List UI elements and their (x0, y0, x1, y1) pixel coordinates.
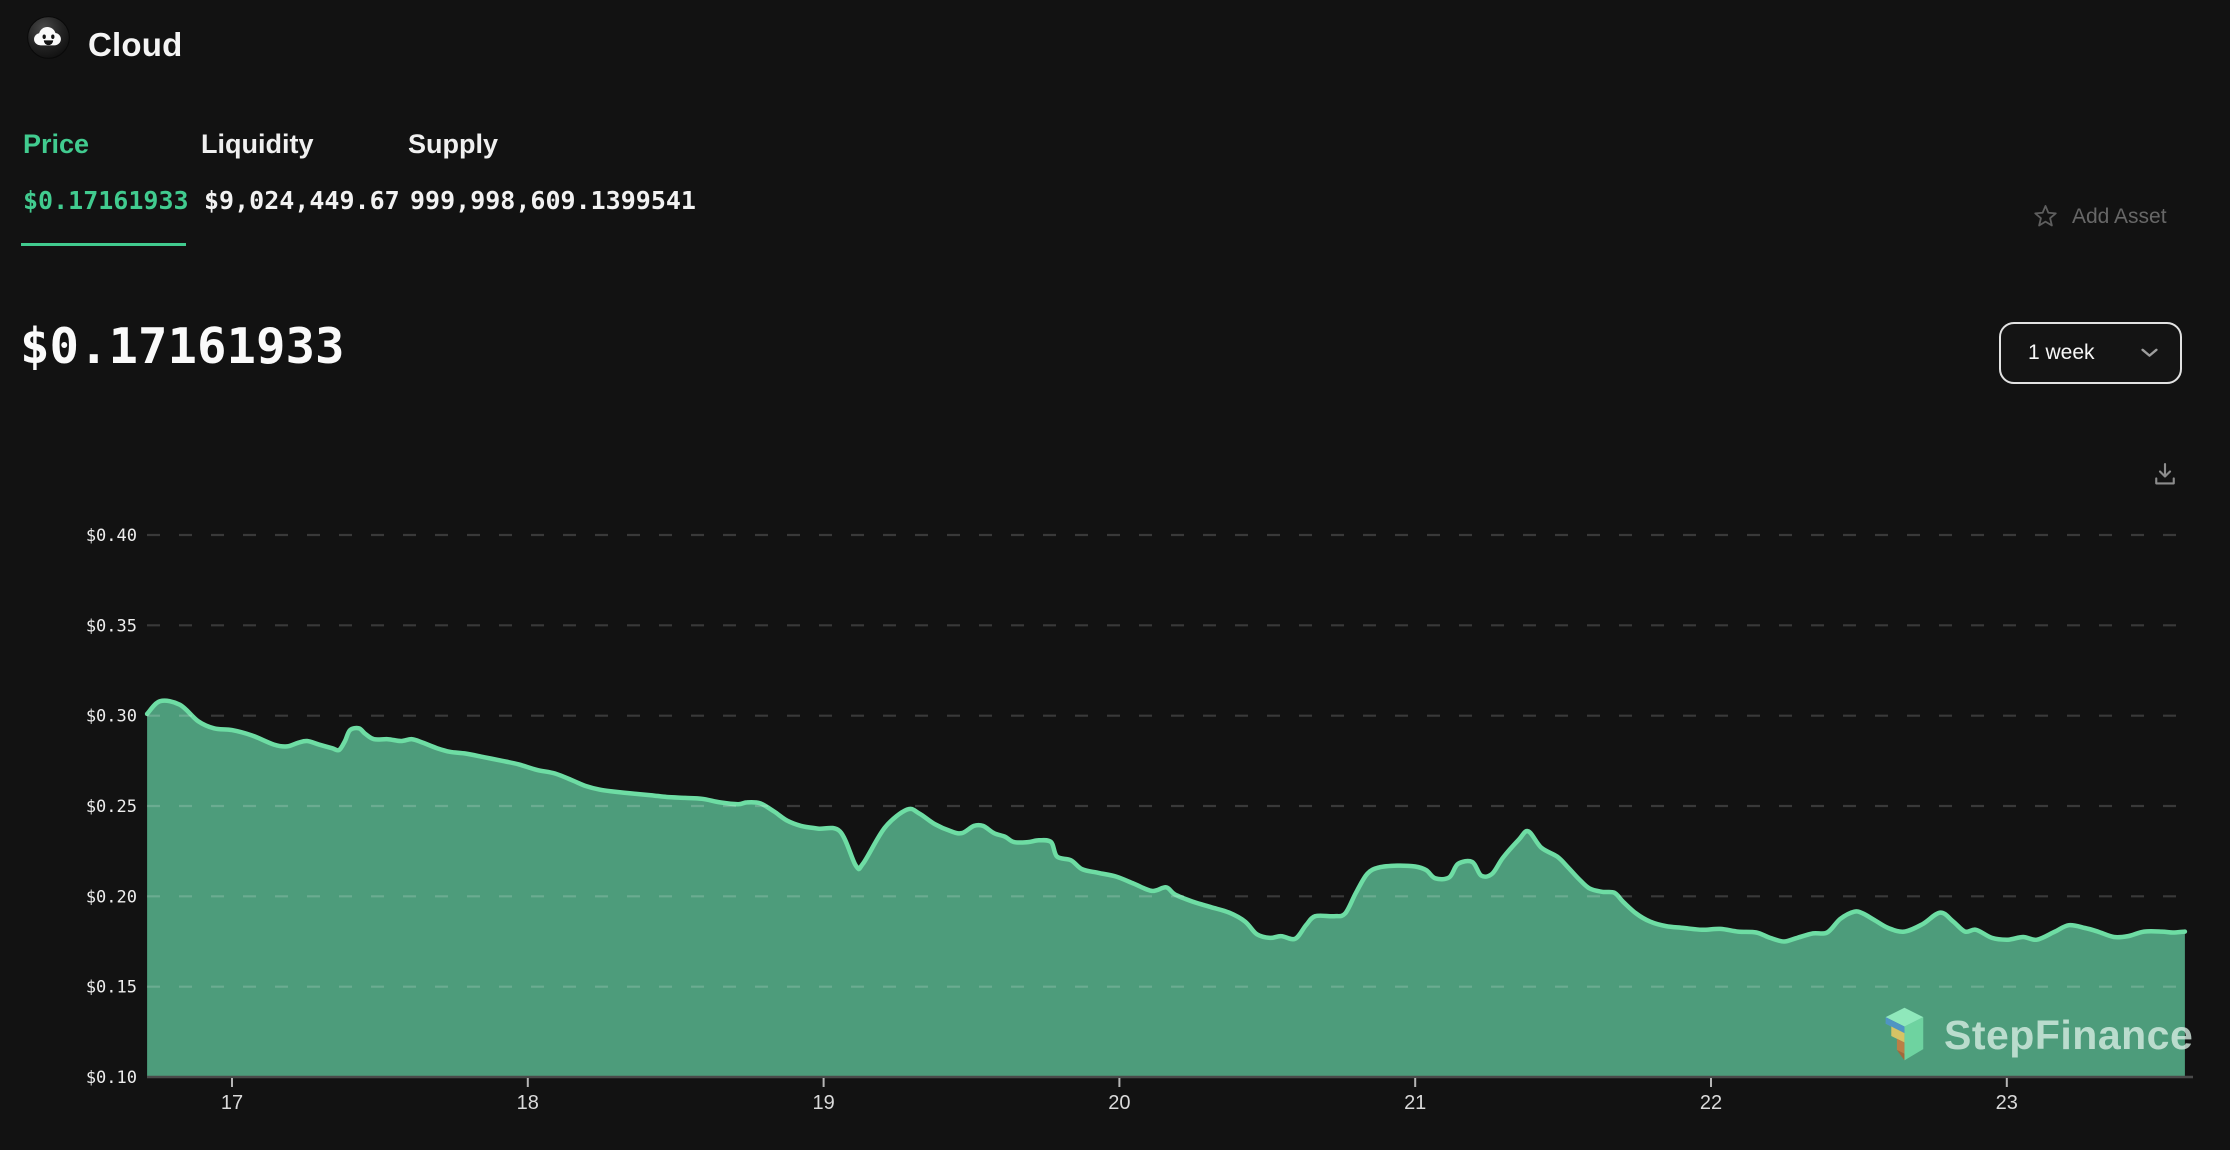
add-asset-button[interactable]: Add Asset (2032, 203, 2167, 230)
y-axis-label: $0.30 (86, 707, 137, 727)
price-chart[interactable]: $0.40 $0.35 $0.30 $0.25 $0.20 $0.15 $0.10 17 18… (0, 0, 2230, 1150)
download-icon[interactable] (2150, 459, 2180, 489)
stepfinance-watermark: StepFinance (1880, 1003, 2193, 1067)
y-axis-label: $0.40 (86, 526, 137, 546)
x-axis-label: 17 (221, 1092, 243, 1114)
stepfinance-logo (1880, 1003, 1927, 1067)
page-title: Cloud (88, 26, 182, 64)
x-axis-label: 22 (1700, 1092, 1722, 1114)
time-range-value: 1 week (2028, 341, 2095, 365)
time-range-select[interactable]: 1 week (1999, 322, 2182, 384)
liquidity-value: $9,024,449.67 (204, 186, 400, 216)
y-axis-label: $0.15 (86, 978, 137, 998)
x-axis-label: 21 (1404, 1092, 1426, 1114)
price-value: $0.17161933 (23, 186, 189, 216)
cloud-token-logo (27, 16, 70, 59)
axis-layer: 17 18 19 20 21 22 23 (147, 1077, 2193, 1114)
x-axis-label: 18 (517, 1092, 539, 1114)
x-axis-label: 19 (812, 1092, 834, 1114)
asset-dashboard: $0.40 $0.35 $0.30 $0.25 $0.20 $0.15 $0.10 17 18… (0, 0, 2230, 1150)
star-icon (2032, 203, 2059, 230)
add-asset-label: Add Asset (2072, 205, 2167, 229)
tab-liquidity[interactable]: Liquidity (201, 128, 313, 160)
y-axis-label: $0.25 (86, 797, 137, 817)
watermark-brand: StepFinance (1944, 1012, 2193, 1059)
chevron-down-icon (2141, 348, 2158, 358)
active-tab-underline (21, 243, 186, 246)
y-axis-label: $0.20 (86, 887, 137, 907)
y-axis-label: $0.10 (86, 1068, 137, 1088)
y-axis-label: $0.35 (86, 616, 137, 636)
current-price: $0.17161933 (20, 318, 345, 377)
tab-price[interactable]: Price (23, 128, 89, 160)
supply-value: 999,998,609.1399541 (410, 186, 696, 216)
tab-supply[interactable]: Supply (408, 128, 498, 160)
x-axis-label: 20 (1108, 1092, 1130, 1114)
x-axis-label: 23 (1996, 1092, 2018, 1114)
